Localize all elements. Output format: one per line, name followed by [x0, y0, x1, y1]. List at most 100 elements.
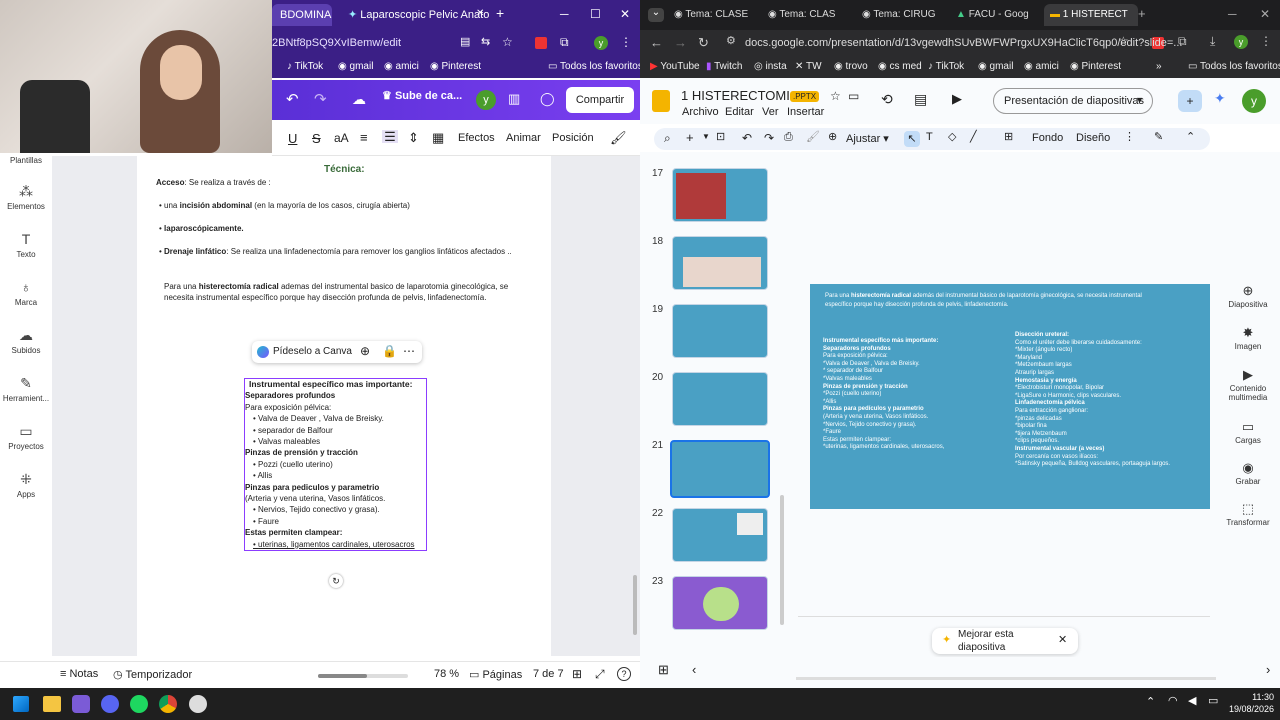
expand-panel-icon[interactable]: › [1266, 663, 1270, 676]
sidebar-item-apps[interactable]: ⁜ Apps [0, 472, 52, 499]
back-icon[interactable]: ← [650, 36, 663, 49]
spacing-icon[interactable]: ⇕ [408, 131, 419, 144]
analytics-icon[interactable]: ▥ [508, 92, 520, 105]
bookmark-gmail[interactable]: ◉ gmail [338, 61, 373, 72]
slide-thumb-18[interactable] [672, 236, 768, 290]
select-tool-icon[interactable]: ↖ [904, 131, 920, 147]
panel-multimedia[interactable]: ▶ Contenido multimedia [1216, 368, 1280, 402]
reload-icon[interactable]: ↻ [698, 36, 709, 49]
zoom-slider[interactable] [318, 674, 408, 678]
bookmark-tiktok[interactable]: ♪ TikTok [928, 61, 964, 72]
collapse-icon[interactable]: ⌃ [1186, 132, 1195, 143]
zoom-icon[interactable]: ⊕ [828, 132, 837, 143]
tab-tema-cirug[interactable]: ◉ Tema: CIRUG [856, 4, 948, 26]
animate-button[interactable]: Animar [506, 132, 541, 144]
new-tab-button[interactable]: + [496, 6, 504, 20]
document-title[interactable]: 1 HISTERECTOMI... [681, 88, 801, 103]
grid-view-icon[interactable]: ⊞ [572, 668, 582, 680]
align-icon[interactable]: ≡ [360, 131, 368, 144]
zoom-level[interactable]: 78 % [434, 668, 459, 680]
filmstrip-scrollbar[interactable] [780, 495, 784, 625]
tab-facu[interactable]: ▲ FACU - Goog [950, 4, 1042, 26]
meet-icon[interactable]: ▶ [952, 92, 962, 105]
bookmark-trovo[interactable]: ◉ trovo [834, 61, 868, 72]
background-button[interactable]: Fondo [1032, 132, 1063, 144]
undo-icon[interactable]: ↶ [286, 92, 299, 107]
upload-button[interactable]: ♛ Sube de ca... [382, 90, 462, 102]
help-icon[interactable]: ? [617, 667, 631, 681]
present-button[interactable]: Presentación de diapositivas ▼ [993, 88, 1153, 114]
site-info-icon[interactable]: ⚙ [726, 36, 736, 47]
line-icon[interactable]: ╱ [970, 132, 977, 143]
tab-search-icon[interactable]: ⌄ [648, 8, 664, 22]
right-url-field[interactable]: docs.google.com/presentation/d/13vgewdhS… [745, 37, 1182, 49]
comment-add-icon[interactable]: ⊕ [360, 345, 370, 357]
case-button[interactable]: aA [334, 131, 349, 145]
panel-grabar[interactable]: ◉ Grabar [1216, 461, 1280, 486]
new-slide-icon[interactable]: + [686, 131, 694, 144]
tab-grid-icon[interactable]: ▤ [460, 37, 470, 48]
move-folder-icon[interactable]: ▭ [848, 90, 859, 102]
comments-icon[interactable]: ▤ [914, 92, 927, 106]
paint-format-icon[interactable]: 🖌 [806, 132, 820, 143]
comment-icon[interactable]: ◯ [540, 92, 555, 105]
undo-icon[interactable]: ↶ [742, 132, 752, 144]
fit-dropdown[interactable]: Ajustar ▾ [846, 132, 889, 145]
gemini-icon[interactable]: ✦ [1214, 91, 1226, 105]
redo-icon[interactable]: ↷ [314, 92, 327, 107]
transparency-icon[interactable]: ▦ [432, 131, 444, 144]
github-icon[interactable] [189, 695, 207, 713]
explorer-icon[interactable] [43, 696, 61, 712]
more-icon[interactable]: ⋮ [1124, 132, 1135, 143]
menu-ver[interactable]: Ver [762, 106, 779, 118]
close-window-icon[interactable]: ✕ [620, 7, 630, 21]
minimize-icon[interactable]: ─ [1228, 7, 1237, 21]
panel-diapositiva[interactable]: ⊕ Diapositiva [1216, 284, 1280, 309]
sidebar-item-herramientas[interactable]: ✎ Herramient... [0, 376, 52, 403]
browser-menu-icon[interactable]: ⋮ [620, 36, 632, 48]
canva-avatar[interactable]: y [476, 90, 496, 110]
slides-logo-icon[interactable] [652, 90, 670, 112]
tray-chevron-icon[interactable]: ⌃ [1146, 697, 1155, 708]
fullscreen-icon[interactable]: ⤢ [595, 668, 605, 680]
wifi-icon[interactable]: ◠ [1168, 696, 1178, 707]
menu-editar[interactable]: Editar [725, 106, 754, 118]
sidebar-item-plantillas[interactable]: Plantillas [0, 156, 52, 165]
sidebar-item-subidos[interactable]: ☁ Subidos [0, 328, 52, 355]
panel-imagen[interactable]: ✸ Imagen [1216, 326, 1280, 351]
share-people-icon[interactable]: + [1178, 90, 1202, 112]
bookmark-star-icon[interactable]: ☆ [502, 36, 513, 48]
tab-tema-clase-2[interactable]: ◉ Tema: CLAS [762, 4, 854, 26]
shape-icon[interactable]: ◇ [948, 132, 956, 143]
canvas-scrollbar[interactable] [633, 575, 637, 635]
paint-format-icon[interactable]: 🖌 [610, 131, 627, 144]
slide-thumb-20[interactable] [672, 372, 768, 426]
slide-thumb-23[interactable] [672, 576, 768, 630]
new-slide-chevron-icon[interactable]: ▼ [702, 133, 710, 141]
bookmark-cs-med[interactable]: ◉ cs med [878, 61, 922, 72]
spotify-icon[interactable] [130, 695, 148, 713]
close-icon[interactable]: ✕ [1058, 635, 1067, 646]
improve-slide-popup[interactable]: ✦ Mejorar esta diapositiva ✕ [932, 628, 1078, 654]
sidebar-item-texto[interactable]: T Texto [0, 232, 52, 259]
position-button[interactable]: Posición [552, 132, 594, 144]
bookmark-pinterest[interactable]: ◉ Pinterest [430, 61, 481, 72]
sidebar-item-marca[interactable]: ♁ Marca [0, 280, 52, 307]
menu-insertar[interactable]: Insertar [787, 106, 824, 118]
slides-avatar[interactable]: y [1242, 89, 1266, 113]
profile-avatar-icon[interactable]: y [594, 36, 608, 50]
underline-button[interactable]: U [288, 131, 297, 146]
bookmark-amici[interactable]: ◉ amici [384, 61, 419, 72]
download-icon[interactable]: ⤓ [1210, 35, 1215, 47]
bookmark-amici[interactable]: ◉ amici [1024, 61, 1059, 72]
discord-icon[interactable] [101, 695, 119, 713]
dropdown-chevron-icon[interactable]: ▼ [1135, 96, 1144, 105]
timer-button[interactable]: ◷ Temporizador [113, 668, 192, 681]
tab-laparoscopic[interactable]: ✦ Laparoscopic Pelvic Anatomy ( [340, 4, 490, 26]
bookmark-twitch[interactable]: ▮ Twitch [706, 61, 742, 72]
current-slide[interactable]: Para una histerectomía radical además de… [810, 284, 1210, 509]
tab-abdominal[interactable]: BDOMINAL [272, 4, 332, 26]
close-window-icon[interactable]: ✕ [1260, 7, 1270, 21]
slide-thumb-21-selected[interactable] [670, 440, 770, 498]
pen-mode-icon[interactable]: ✎ [1154, 132, 1163, 143]
